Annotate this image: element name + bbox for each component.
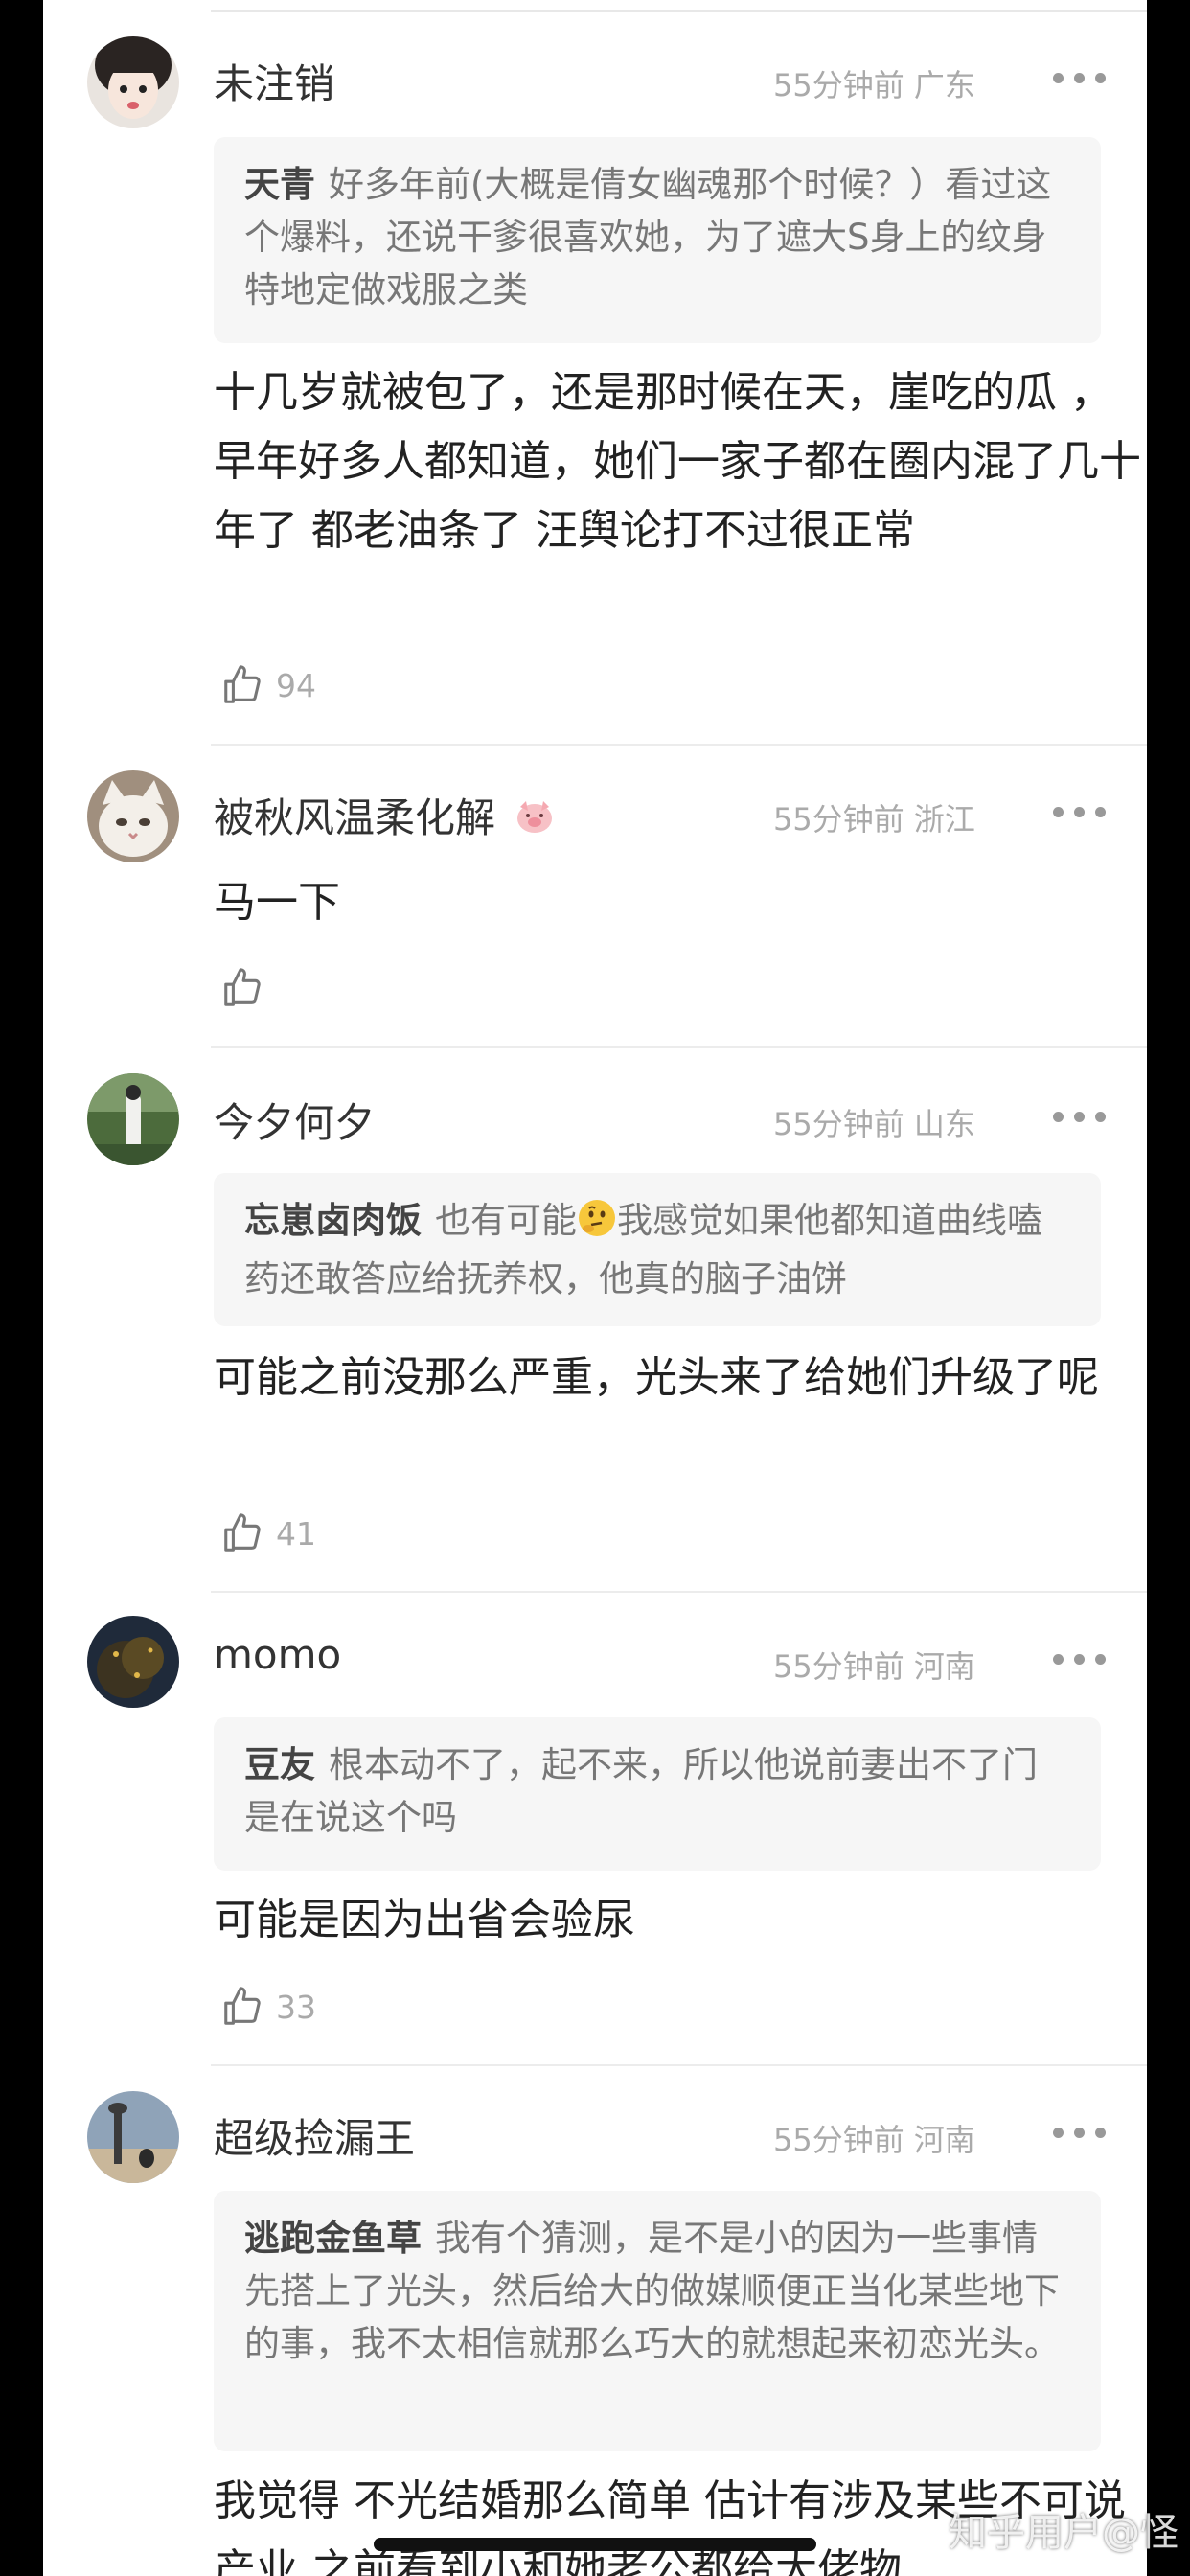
- avatar[interactable]: [87, 36, 179, 128]
- like-button[interactable]: 41: [220, 1509, 316, 1557]
- comment-meta: 55分钟前 河南: [773, 2122, 975, 2158]
- comment-meta: 55分钟前 浙江: [773, 801, 975, 838]
- avatar[interactable]: [87, 2091, 179, 2183]
- comment-text: 可能是因为出省会验尿: [214, 1896, 635, 1944]
- quote-author[interactable]: 忘崽卤肉饭: [244, 1200, 422, 1241]
- quote-author[interactable]: 逃跑金鱼草: [244, 2218, 422, 2259]
- quoted-reply[interactable]: 逃跑金鱼草 我有个猜测，是不是小的因为一些事情先搭上了光头，然后给大的做媒顺便正当…: [214, 2191, 1101, 2451]
- more-dots-icon[interactable]: [1053, 1112, 1107, 1125]
- more-dots-icon[interactable]: [1053, 1654, 1107, 1668]
- avatar[interactable]: [87, 770, 179, 862]
- comment-meta: 55分钟前 广东: [773, 67, 975, 104]
- avatar[interactable]: [87, 1073, 179, 1165]
- comment-text: 十几岁就被包了，还是那时候在天，崖吃的瓜 ，早年好多人都知道，她们一家子都在圈内…: [214, 368, 1141, 555]
- quoted-reply[interactable]: 豆友 根本动不了，起不来，所以他说前妻出不了门是在说这个吗: [214, 1717, 1101, 1871]
- quote-author[interactable]: 天青: [244, 164, 315, 205]
- comment-meta: 55分钟前 河南: [773, 1648, 975, 1685]
- divider: [211, 744, 1147, 746]
- like-count: 33: [276, 1988, 316, 2026]
- thumbs-up-icon: [224, 665, 261, 703]
- thumbs-up-icon: [224, 1987, 261, 2025]
- thumbs-up-icon: [224, 1513, 261, 1552]
- comment-text: 可能之前没那么严重，光头来了给她们升级了呢: [214, 1353, 1099, 1402]
- user-name-text[interactable]: 被秋风温柔化解: [214, 794, 495, 841]
- home-indicator[interactable]: [374, 2538, 816, 2551]
- watermark: 知乎用户@怪: [949, 2511, 1179, 2555]
- like-button[interactable]: [220, 964, 264, 1012]
- user-name[interactable]: momo: [214, 1631, 341, 1678]
- user-name[interactable]: 未注销: [214, 52, 334, 110]
- comment-meta: 55分钟前 山东: [773, 1106, 975, 1142]
- user-name[interactable]: 超级捡漏王: [214, 2106, 415, 2165]
- avatar[interactable]: [87, 1616, 179, 1708]
- divider: [211, 1591, 1147, 1593]
- quote-text: 根本动不了，起不来，所以他说前妻出不了门是在说这个吗: [244, 1744, 1038, 1838]
- more-dots-icon[interactable]: [1053, 2128, 1107, 2141]
- comment-list: 未注销 55分钟前 广东 天青 好多年前(大概是倩女幽魂那个时候？）看过这个爆料，…: [43, 0, 1147, 2576]
- thinking-face-emoji-icon: [577, 1198, 617, 1253]
- pig-badge-icon: [513, 797, 557, 845]
- quote-text: 也有可能: [435, 1200, 577, 1241]
- comment-text: 马一下: [214, 878, 340, 927]
- quoted-reply[interactable]: 忘崽卤肉饭 也有可能 我感觉如果他都知道曲线嗑药还敢答应给抚养权，他真的脑子油饼: [214, 1173, 1101, 1326]
- divider: [211, 1046, 1147, 1048]
- user-name[interactable]: 被秋风温柔化解: [214, 786, 557, 845]
- thumbs-up-icon: [224, 968, 261, 1006]
- user-name[interactable]: 今夕何夕: [214, 1091, 375, 1149]
- like-count: 94: [276, 666, 316, 704]
- quoted-reply[interactable]: 天青 好多年前(大概是倩女幽魂那个时候？）看过这个爆料，还说干爹很喜欢她，为了遮大…: [214, 137, 1101, 343]
- like-button[interactable]: 94: [220, 661, 316, 709]
- like-count: 41: [276, 1514, 316, 1552]
- more-dots-icon[interactable]: [1053, 73, 1107, 86]
- divider: [211, 10, 1147, 12]
- more-dots-icon[interactable]: [1053, 807, 1107, 820]
- quote-text: 好多年前(大概是倩女幽魂那个时候？）看过这个爆料，还说干爹很喜欢她，为了遮大S身…: [244, 164, 1052, 310]
- like-button[interactable]: 33: [220, 1983, 316, 2031]
- divider: [211, 2064, 1147, 2066]
- quote-author[interactable]: 豆友: [244, 1744, 315, 1785]
